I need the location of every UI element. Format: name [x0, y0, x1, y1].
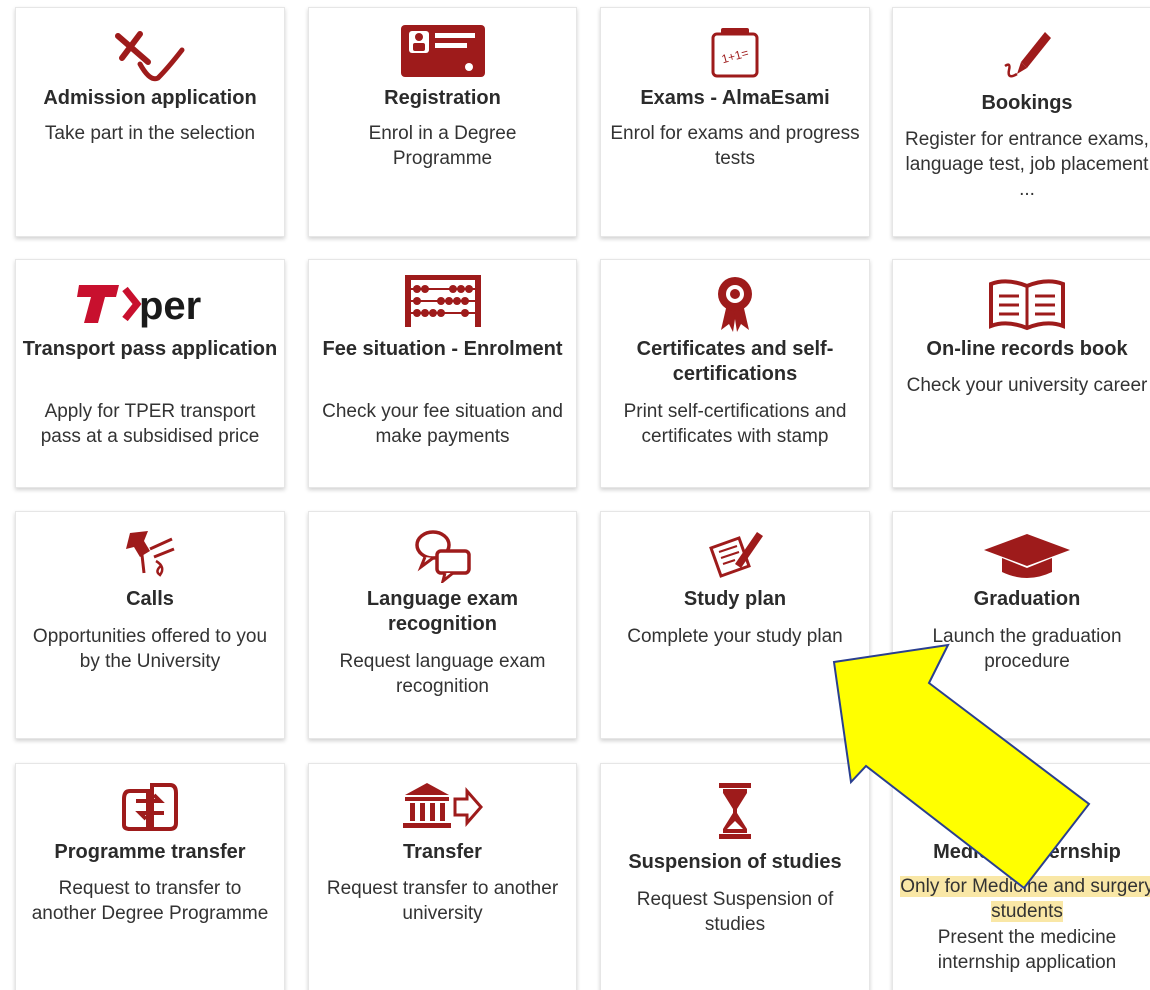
card-fee-situation-enrolment[interactable]: Fee situation - Enrolment Check your fee… — [308, 259, 577, 488]
note-highlight: Only for Medicine and surgery students — [900, 876, 1150, 922]
card-transport-pass-application[interactable]: per Transport pass application Apply for… — [15, 259, 285, 488]
card-title: Fee situation - Enrolment — [322, 338, 563, 360]
speech-bubbles-icon — [309, 526, 576, 584]
calculation-icon: 1+1= — [601, 22, 869, 82]
card-title: On-line records book — [926, 338, 1128, 360]
abacus-icon — [309, 272, 576, 330]
card-description: Check your fee situation and make paymen… — [322, 401, 563, 447]
card-description: Present the medicine internship applicat… — [937, 927, 1117, 973]
card-registration[interactable]: Registration Enrol in a Degree Programme — [308, 7, 577, 237]
graduation-cap-icon — [893, 526, 1150, 584]
card-certificates[interactable]: Certificates and self-certifications Pri… — [600, 259, 870, 488]
card-admission-application[interactable]: Admission application Take part in the s… — [15, 7, 285, 237]
award-ribbon-icon — [601, 274, 869, 334]
card-title: Certificates and self-certifications — [636, 338, 834, 385]
card-calls[interactable]: Calls Opportunities offered to you by th… — [15, 511, 285, 739]
card-title: Medicine internship — [933, 841, 1121, 863]
card-description: Request language exam recognition — [339, 651, 546, 697]
svg-text:per: per — [139, 284, 201, 328]
card-transfer[interactable]: Transfer Request transfer to another uni… — [308, 763, 577, 990]
card-title: Transfer — [403, 841, 482, 863]
pen-icon — [893, 22, 1150, 84]
medicine-only-note: Only for Medicine and surgery students — [893, 874, 1150, 924]
card-title: Programme transfer — [54, 841, 246, 863]
card-study-plan[interactable]: Study plan Complete your study plan — [600, 511, 870, 739]
card-title: Admission application — [43, 87, 257, 109]
card-description: Enrol for exams and progress tests — [610, 123, 860, 169]
open-book-icon — [893, 274, 1150, 334]
writing-paper-icon — [601, 524, 869, 584]
card-title: Transport pass application — [22, 338, 278, 360]
card-description: Request transfer to another university — [326, 878, 559, 924]
card-title: Registration — [384, 87, 501, 109]
card-description: Complete your study plan — [627, 626, 843, 647]
university-arrow-icon — [309, 778, 576, 834]
card-programme-transfer[interactable]: Programme transfer Request to transfer t… — [15, 763, 285, 990]
card-title: Study plan — [683, 588, 787, 610]
card-title: Language exam recognition — [366, 588, 519, 635]
card-description: Opportunities offered to you by the Univ… — [32, 626, 268, 672]
card-language-exam-recognition[interactable]: Language exam recognition Request langua… — [308, 511, 577, 739]
card-description: Check your university career — [906, 375, 1148, 396]
card-bookings[interactable]: Bookings Register for entrance exams, la… — [892, 7, 1150, 237]
card-description: Take part in the selection — [44, 123, 256, 144]
transfer-arrows-icon — [16, 778, 284, 834]
card-title: Exams - AlmaEsami — [640, 87, 830, 109]
card-description: Request to transfer to another Degree Pr… — [31, 878, 269, 924]
tper-logo: per — [16, 278, 284, 330]
card-description: Print self-certifications and certificat… — [623, 401, 847, 447]
card-suspension-of-studies[interactable]: Suspension of studies Request Suspension… — [600, 763, 870, 990]
card-online-records-book[interactable]: On-line records book Check your universi… — [892, 259, 1150, 488]
card-title: Calls — [126, 588, 174, 610]
check-x-icon — [16, 28, 284, 88]
card-description: Request Suspension of studies — [636, 889, 834, 935]
card-exams-almaesami[interactable]: 1+1= Exams - AlmaEsami Enrol for exams a… — [600, 7, 870, 237]
card-description: Apply for TPER transport pass at a subsi… — [40, 401, 260, 447]
card-title: Graduation — [973, 588, 1081, 610]
pushpin-icon — [16, 526, 284, 584]
id-card-icon — [309, 22, 576, 80]
card-description: Enrol in a Degree Programme — [368, 123, 517, 169]
card-graduation[interactable]: Graduation Launch the graduation procedu… — [892, 511, 1150, 739]
services-grid: Admission application Take part in the s… — [0, 0, 1150, 990]
hourglass-icon — [601, 780, 869, 842]
card-title: Bookings — [981, 92, 1073, 114]
card-description: Launch the graduation procedure — [932, 626, 1122, 672]
card-description: Register for entrance exams, language te… — [905, 129, 1149, 200]
card-medicine-internship[interactable]: Medicine internship Only for Medicine an… — [892, 763, 1150, 990]
card-title: Suspension of studies — [628, 851, 842, 873]
